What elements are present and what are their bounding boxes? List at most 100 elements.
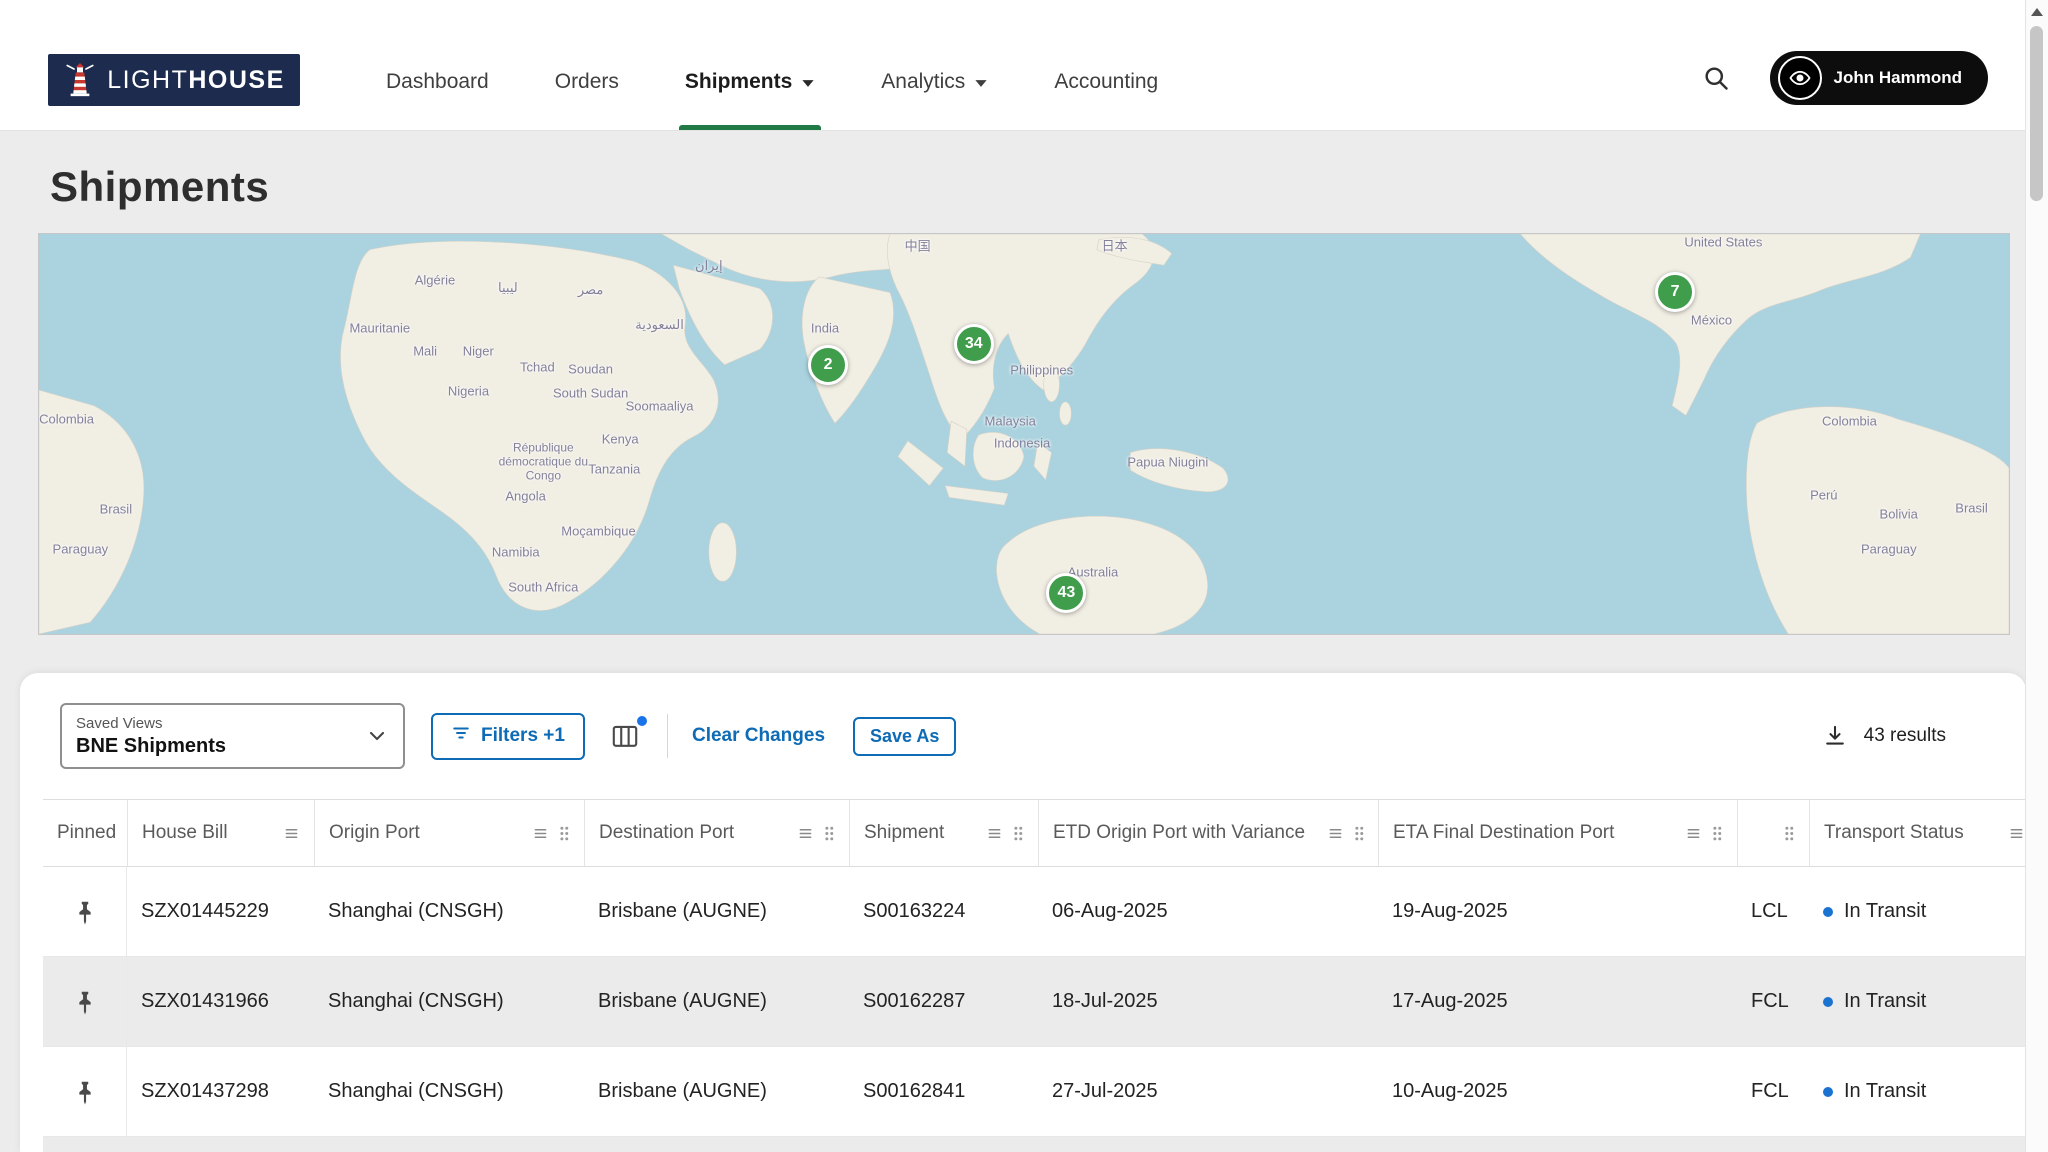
column-menu-icon[interactable]: [283, 826, 300, 841]
status-label: In Transit: [1844, 1080, 1926, 1103]
column-menu-icon[interactable]: [2008, 826, 2025, 841]
drag-handle-icon[interactable]: [1012, 825, 1024, 842]
brand-logo[interactable]: LIGHTHOUSE: [48, 54, 300, 106]
shipments-panel: Saved Views BNE Shipments Filters +1 Cle…: [20, 673, 2026, 1152]
save-as-button[interactable]: Save As: [853, 717, 956, 756]
header-shipment[interactable]: Shipment: [849, 800, 1038, 866]
column-menu-icon[interactable]: [986, 826, 1003, 841]
cell-transport-status: In Transit: [1809, 867, 2026, 956]
header-house-bill[interactable]: House Bill: [127, 800, 314, 866]
pin-icon[interactable]: [72, 988, 98, 1016]
cell-origin-port: Shanghai (CNSGH): [314, 1047, 584, 1136]
header-label: Origin Port: [329, 822, 420, 844]
download-icon[interactable]: [1822, 723, 1848, 749]
drag-handle-icon[interactable]: [558, 825, 570, 842]
lighthouse-icon: [63, 61, 97, 99]
cell-shipment: S00163224: [849, 867, 1038, 956]
cell-etd: 18-Jul-2025: [1038, 957, 1378, 1046]
table-row[interactable]: SZX01445229 Shanghai (CNSGH) Brisbane (A…: [43, 867, 2026, 957]
grid-toolbar: Saved Views BNE Shipments Filters +1 Cle…: [20, 673, 2026, 769]
clear-changes-link[interactable]: Clear Changes: [692, 725, 825, 747]
drag-handle-icon[interactable]: [1353, 825, 1365, 842]
cell-house-bill: SZX01445229: [127, 867, 314, 956]
page-title: Shipments: [50, 163, 2048, 211]
status-dot: [1823, 1087, 1833, 1097]
cell-mode: FCL: [1737, 957, 1809, 1046]
vertical-scrollbar[interactable]: [2025, 0, 2048, 1152]
search-icon[interactable]: [1702, 64, 1730, 92]
map-land-shapes: [39, 234, 2009, 634]
column-menu-icon[interactable]: [1685, 826, 1702, 841]
results-area: 43 results: [1822, 723, 1986, 749]
cell-eta: 19-Aug-2025: [1378, 867, 1737, 956]
header-destination-port[interactable]: Destination Port: [584, 800, 849, 866]
cell-house-bill: SZX01437298: [127, 1047, 314, 1136]
cell-mode: LCL: [1737, 867, 1809, 956]
eye-icon: [1778, 56, 1822, 100]
status-label: In Transit: [1844, 900, 1926, 923]
table-header-row: Pinned House Bill Origin Port Destinatio…: [43, 799, 2026, 867]
user-name: John Hammond: [1834, 68, 1962, 88]
header-transport-status[interactable]: Transport Status: [1809, 800, 2026, 866]
column-menu-icon[interactable]: [1327, 826, 1344, 841]
columns-panel-button[interactable]: [607, 718, 643, 754]
cell-mode: FCL: [1737, 1047, 1809, 1136]
cell-shipment: S00162287: [849, 957, 1038, 1046]
nav-dashboard[interactable]: Dashboard: [380, 0, 495, 130]
header-label: ETA Final Destination Port: [1393, 822, 1614, 844]
main-nav: Dashboard Orders Shipments Analytics Acc…: [380, 0, 1218, 130]
nav-label: Accounting: [1054, 70, 1158, 94]
app-root: LIGHTHOUSE Dashboard Orders Shipments An…: [0, 0, 2048, 1152]
cell-destination-port: Brisbane (AUGNE): [584, 1047, 849, 1136]
scrollbar-thumb[interactable]: [2030, 26, 2043, 201]
header-label: House Bill: [142, 822, 228, 844]
map-cluster-marker[interactable]: 2: [808, 345, 848, 385]
saved-views-select[interactable]: Saved Views BNE Shipments: [60, 703, 405, 769]
header-label: Destination Port: [599, 822, 734, 844]
nav-orders[interactable]: Orders: [549, 0, 625, 130]
map-cluster-marker[interactable]: 7: [1655, 272, 1695, 312]
drag-handle-icon[interactable]: [1783, 825, 1795, 842]
header-etd-origin-port[interactable]: ETD Origin Port with Variance: [1038, 800, 1378, 866]
column-menu-icon[interactable]: [797, 826, 814, 841]
brand-name: LIGHTHOUSE: [107, 68, 285, 93]
table-row[interactable]: SZX01437298 Shanghai (CNSGH) Brisbane (A…: [43, 1047, 2026, 1137]
scroll-up-arrow-icon[interactable]: [2026, 0, 2048, 24]
nav-analytics[interactable]: Analytics: [875, 0, 994, 130]
toolbar-divider: [667, 714, 668, 758]
shipments-table: Pinned House Bill Origin Port Destinatio…: [43, 799, 2026, 1152]
drag-handle-icon[interactable]: [1711, 825, 1723, 842]
cell-destination-port: Brisbane (AUGNE): [584, 957, 849, 1046]
topbar-right: John Hammond: [1702, 51, 1988, 105]
pin-icon[interactable]: [72, 1078, 98, 1106]
drag-handle-icon[interactable]: [823, 825, 835, 842]
cell-shipment: S00162841: [849, 1047, 1038, 1136]
user-menu[interactable]: John Hammond: [1770, 51, 1988, 105]
cell-transport-status: In Transit: [1809, 957, 2026, 1046]
filters-button[interactable]: Filters +1: [431, 713, 585, 760]
cell-destination-port: Brisbane (AUGNE): [584, 867, 849, 956]
header-label: Pinned: [57, 822, 116, 844]
header-label: Transport Status: [1824, 822, 1964, 844]
nav-label: Analytics: [881, 70, 965, 94]
nav-accounting[interactable]: Accounting: [1048, 0, 1164, 130]
header-origin-port[interactable]: Origin Port: [314, 800, 584, 866]
table-row-partial[interactable]: [43, 1137, 2026, 1152]
header-eta-final-destination[interactable]: ETA Final Destination Port: [1378, 800, 1737, 866]
header-pinned[interactable]: Pinned: [43, 800, 127, 866]
pin-icon[interactable]: [72, 898, 98, 926]
status-label: In Transit: [1844, 990, 1926, 1013]
header-mode[interactable]: [1737, 800, 1809, 866]
map-cluster-marker[interactable]: 34: [954, 324, 994, 364]
world-map[interactable]: MauritanieMaliNigerAlgérieليبيامصرالسعود…: [38, 233, 2010, 635]
column-menu-icon[interactable]: [532, 826, 549, 841]
status-dot: [1823, 997, 1833, 1007]
nav-shipments[interactable]: Shipments: [679, 0, 821, 130]
cell-etd: 27-Jul-2025: [1038, 1047, 1378, 1136]
nav-label: Shipments: [685, 70, 792, 94]
status-dot: [1823, 907, 1833, 917]
table-row[interactable]: SZX01431966 Shanghai (CNSGH) Brisbane (A…: [43, 957, 2026, 1047]
cell-transport-status: In Transit: [1809, 1047, 2026, 1136]
header-label: Shipment: [864, 822, 944, 844]
top-navigation-bar: LIGHTHOUSE Dashboard Orders Shipments An…: [0, 0, 2048, 131]
